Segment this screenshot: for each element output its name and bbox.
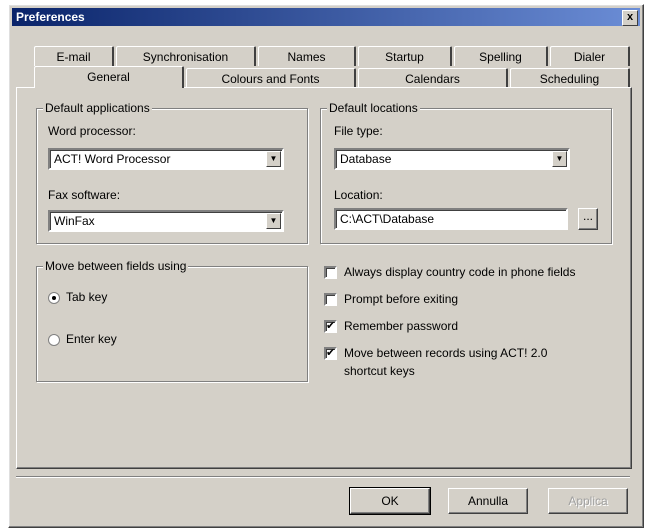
default-applications-title: Default applications bbox=[43, 101, 152, 115]
default-locations-title: Default locations bbox=[327, 101, 420, 115]
always-display-country-code-label[interactable]: Always display country code in phone fie… bbox=[344, 265, 575, 279]
apply-button[interactable]: Applica bbox=[548, 488, 628, 514]
window-title: Preferences bbox=[16, 10, 85, 24]
chevron-down-icon[interactable]: ▼ bbox=[266, 151, 281, 167]
tab-key-label[interactable]: Tab key bbox=[66, 290, 107, 304]
remember-password-label[interactable]: Remember password bbox=[344, 319, 458, 333]
always-display-country-code-checkbox[interactable] bbox=[324, 266, 337, 279]
tab-general[interactable]: General bbox=[34, 66, 184, 88]
tab-key-radio[interactable] bbox=[48, 292, 60, 304]
location-value: C:\ACT\Database bbox=[340, 212, 435, 226]
word-processor-label: Word processor: bbox=[48, 124, 136, 138]
tab-dialer[interactable]: Dialer bbox=[550, 46, 630, 66]
file-type-select[interactable]: Database ▼ bbox=[334, 148, 570, 170]
tab-spelling[interactable]: Spelling bbox=[454, 46, 548, 66]
fax-software-label: Fax software: bbox=[48, 188, 121, 202]
word-processor-value: ACT! Word Processor bbox=[54, 152, 171, 166]
tab-email[interactable]: E-mail bbox=[34, 46, 114, 66]
close-button[interactable]: x bbox=[622, 10, 638, 26]
remember-password-checkbox[interactable]: ✔ bbox=[324, 320, 337, 333]
chevron-down-icon[interactable]: ▼ bbox=[266, 213, 281, 229]
location-label: Location: bbox=[334, 188, 383, 202]
tab-names[interactable]: Names bbox=[258, 46, 356, 66]
prompt-before-exiting-checkbox[interactable] bbox=[324, 293, 337, 306]
move-between-fields-title: Move between fields using bbox=[43, 259, 189, 273]
browse-button[interactable]: ... bbox=[578, 208, 598, 230]
tab-startup[interactable]: Startup bbox=[358, 46, 452, 66]
ok-button[interactable]: OK bbox=[349, 487, 431, 515]
move-between-records-label[interactable]: Move between records using ACT! 2.0 bbox=[344, 346, 547, 360]
move-between-fields-group: Move between fields using bbox=[36, 259, 308, 382]
check-mark-icon: ✔ bbox=[326, 320, 336, 332]
enter-key-label[interactable]: Enter key bbox=[66, 332, 117, 346]
check-mark-icon: ✔ bbox=[326, 347, 336, 359]
word-processor-select[interactable]: ACT! Word Processor ▼ bbox=[48, 148, 284, 170]
tab-scheduling[interactable]: Scheduling bbox=[510, 68, 630, 88]
tab-synchronisation[interactable]: Synchronisation bbox=[116, 46, 256, 66]
title-bar: Preferences x bbox=[12, 8, 640, 26]
cancel-button[interactable]: Annulla bbox=[448, 488, 528, 514]
move-between-records-label-line2[interactable]: shortcut keys bbox=[344, 364, 415, 378]
bottom-separator bbox=[16, 476, 630, 478]
file-type-value: Database bbox=[340, 152, 392, 166]
tab-calendars[interactable]: Calendars bbox=[358, 68, 508, 88]
enter-key-radio[interactable] bbox=[48, 334, 60, 346]
tab-colours-and-fonts[interactable]: Colours and Fonts bbox=[186, 68, 356, 88]
file-type-label: File type: bbox=[334, 124, 383, 138]
chevron-down-icon[interactable]: ▼ bbox=[552, 151, 567, 167]
fax-software-value: WinFax bbox=[54, 214, 95, 228]
location-input[interactable]: C:\ACT\Database bbox=[334, 208, 568, 230]
prompt-before-exiting-label[interactable]: Prompt before exiting bbox=[344, 292, 458, 306]
move-between-records-checkbox[interactable]: ✔ bbox=[324, 347, 337, 360]
fax-software-select[interactable]: WinFax ▼ bbox=[48, 210, 284, 232]
